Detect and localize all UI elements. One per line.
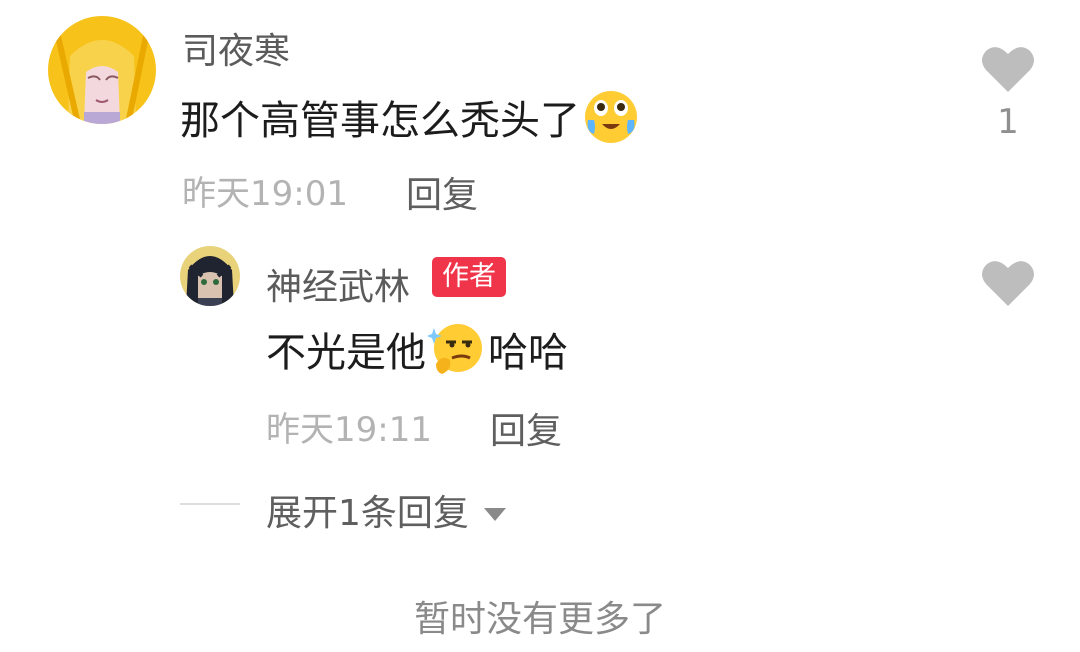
smirk-thinking-emoji-icon — [426, 320, 486, 378]
reply-text-before: 不光是他 — [266, 330, 426, 376]
reply-text: 不光是他 哈哈 — [266, 320, 568, 378]
comment-text-body: 那个高管事怎么秃头了 — [180, 98, 580, 144]
caret-down-icon — [483, 490, 507, 531]
comment-like-button[interactable] — [980, 44, 1036, 94]
heart-icon — [982, 47, 1034, 92]
reply-reply-button[interactable]: 回复 — [490, 402, 562, 454]
expand-divider — [180, 503, 240, 505]
laugh-cry-emoji-icon — [582, 88, 640, 146]
heart-icon — [982, 261, 1034, 306]
reply-timestamp: 昨天19:11 — [266, 410, 432, 450]
no-more-comments: 暂时没有更多了 — [413, 599, 666, 640]
commenter-avatar[interactable] — [48, 16, 156, 124]
comment-text: 那个高管事怎么秃头了 — [180, 88, 642, 146]
commenter-username[interactable]: 司夜寒 — [182, 22, 290, 74]
comment-timestamp: 昨天19:01 — [182, 174, 348, 214]
reply-like-button[interactable] — [980, 258, 1036, 308]
expand-replies-button[interactable]: 展开1条回复 — [266, 484, 507, 536]
comment-like-count: 1 — [997, 102, 1019, 142]
author-username[interactable]: 神经武林 — [266, 258, 410, 310]
author-avatar[interactable] — [180, 246, 240, 306]
comment-reply-button[interactable]: 回复 — [406, 166, 478, 218]
expand-replies-label: 展开1条回复 — [266, 493, 469, 534]
reply-text-after: 哈哈 — [488, 330, 568, 376]
author-badge: 作者 — [432, 257, 506, 297]
